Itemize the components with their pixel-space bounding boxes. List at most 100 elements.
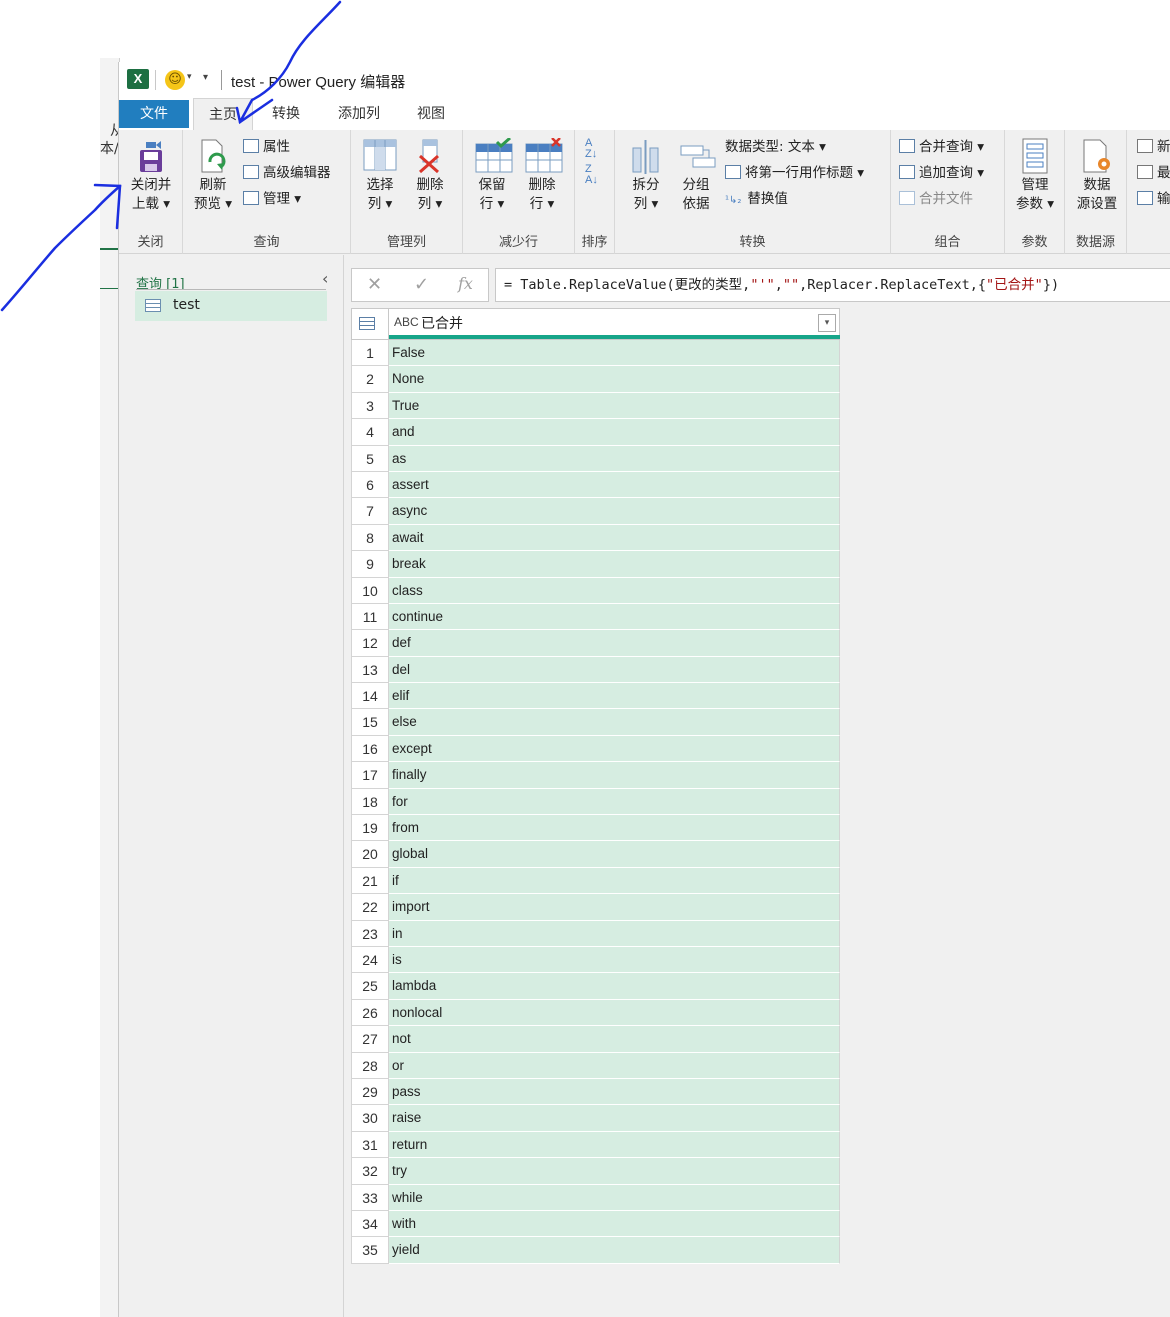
advanced-editor-button[interactable]: 高级编辑器: [243, 162, 331, 184]
table-row[interactable]: 3 True: [351, 392, 840, 420]
recent-sources-button[interactable]: 最: [1137, 162, 1170, 184]
data-source-settings-button[interactable]: 数据 源设置: [1071, 138, 1123, 214]
table-row[interactable]: 18 for: [351, 788, 840, 816]
cell-value[interactable]: from: [389, 815, 840, 842]
merge-queries-button[interactable]: 合并查询 ▾: [899, 136, 984, 158]
refresh-preview-button[interactable]: 刷新 预览 ▾: [189, 138, 237, 214]
cell-value[interactable]: lambda: [389, 973, 840, 1000]
table-row[interactable]: 13 del: [351, 656, 840, 684]
replace-values-button[interactable]: ¹↳₂ 替换值: [725, 188, 788, 210]
sort-ascending-icon[interactable]: A Z↓: [585, 138, 597, 160]
table-row[interactable]: 16 except: [351, 735, 840, 763]
remove-columns-button[interactable]: 删除 列 ▾: [407, 138, 453, 214]
table-row[interactable]: 10 class: [351, 577, 840, 604]
combine-files-button[interactable]: 合并文件: [899, 188, 973, 210]
table-row[interactable]: 8 await: [351, 524, 840, 552]
customize-toolbar-icon[interactable]: ▾: [203, 72, 208, 83]
table-row[interactable]: 29 pass: [351, 1078, 840, 1106]
table-row[interactable]: 12 def: [351, 630, 840, 657]
table-row[interactable]: 23 in: [351, 920, 840, 947]
cell-value[interactable]: class: [389, 577, 840, 604]
table-row[interactable]: 7 async: [351, 498, 840, 525]
table-row[interactable]: 6 assert: [351, 471, 840, 499]
tab-home[interactable]: 主页: [193, 98, 253, 130]
column-header[interactable]: 已合并: [421, 313, 463, 333]
table-row[interactable]: 15 else: [351, 709, 840, 736]
table-row[interactable]: 25 lambda: [351, 973, 840, 1000]
cell-value[interactable]: finally: [389, 762, 840, 789]
table-row[interactable]: 31 return: [351, 1131, 840, 1159]
table-row[interactable]: 33 while: [351, 1184, 840, 1211]
enter-data-button[interactable]: 输: [1137, 188, 1170, 210]
table-row[interactable]: 1 False: [351, 340, 840, 367]
table-row[interactable]: 34 with: [351, 1210, 840, 1238]
split-column-button[interactable]: 拆分 列 ▾: [623, 138, 669, 214]
cell-value[interactable]: global: [389, 841, 840, 868]
cell-value[interactable]: continue: [389, 603, 840, 631]
manage-button[interactable]: 管理 ▾: [243, 188, 301, 210]
cell-value[interactable]: del: [389, 656, 840, 684]
properties-button[interactable]: 属性: [243, 136, 290, 158]
cell-value[interactable]: break: [389, 551, 840, 578]
table-menu-button[interactable]: [352, 309, 389, 339]
cell-value[interactable]: await: [389, 524, 840, 552]
table-row[interactable]: 20 global: [351, 841, 840, 868]
check-icon[interactable]: ✓: [414, 274, 429, 295]
table-row[interactable]: 2 None: [351, 366, 840, 393]
cell-value[interactable]: or: [389, 1052, 840, 1079]
text-type-icon[interactable]: ABC: [394, 315, 419, 329]
tab-file[interactable]: 文件: [119, 100, 189, 128]
chevron-left-icon[interactable]: ‹: [322, 269, 328, 288]
append-queries-button[interactable]: 追加查询 ▾: [899, 162, 984, 184]
formula-input[interactable]: = Table.ReplaceValue(更改的类型,"'","",Replac…: [495, 268, 1170, 302]
cell-value[interactable]: not: [389, 1026, 840, 1053]
cell-value[interactable]: if: [389, 867, 840, 895]
cell-value[interactable]: as: [389, 445, 840, 472]
table-row[interactable]: 27 not: [351, 1026, 840, 1053]
tab-transform[interactable]: 转换: [259, 98, 313, 130]
cell-value[interactable]: nonlocal: [389, 999, 840, 1027]
filter-dropdown-icon[interactable]: ▾: [818, 314, 836, 332]
use-first-row-as-headers-button[interactable]: 将第一行用作标题 ▾: [725, 162, 864, 184]
cell-value[interactable]: def: [389, 630, 840, 657]
choose-columns-button[interactable]: 选择 列 ▾: [357, 138, 403, 214]
cell-value[interactable]: while: [389, 1184, 840, 1211]
cancel-icon[interactable]: ✕: [367, 274, 382, 295]
table-row[interactable]: 22 import: [351, 894, 840, 921]
table-row[interactable]: 32 try: [351, 1158, 840, 1185]
chevron-down-icon[interactable]: ▾: [187, 72, 192, 82]
cell-value[interactable]: is: [389, 946, 840, 974]
cell-value[interactable]: pass: [389, 1078, 840, 1106]
cell-value[interactable]: assert: [389, 471, 840, 499]
cell-value[interactable]: and: [389, 419, 840, 446]
cell-value[interactable]: import: [389, 894, 840, 921]
fx-icon[interactable]: fx: [458, 274, 473, 293]
table-row[interactable]: 14 elif: [351, 683, 840, 710]
tab-add-column[interactable]: 添加列: [329, 98, 389, 130]
cell-value[interactable]: True: [389, 392, 840, 420]
table-row[interactable]: 17 finally: [351, 762, 840, 789]
data-type-dropdown[interactable]: 数据类型: 文本 ▾: [725, 136, 826, 158]
tab-view[interactable]: 视图: [407, 98, 455, 130]
remove-rows-button[interactable]: 删除 行 ▾: [519, 137, 565, 214]
table-row[interactable]: 26 nonlocal: [351, 999, 840, 1027]
table-row[interactable]: 4 and: [351, 419, 840, 446]
close-and-load-button[interactable]: 关闭并 上载 ▾: [123, 138, 179, 214]
table-row[interactable]: 5 as: [351, 445, 840, 472]
cell-value[interactable]: async: [389, 498, 840, 525]
table-row[interactable]: 19 from: [351, 815, 840, 842]
group-by-button[interactable]: 分组 依据: [673, 138, 719, 214]
table-row[interactable]: 28 or: [351, 1052, 840, 1079]
excel-icon[interactable]: X: [127, 69, 149, 89]
query-item-test[interactable]: test: [135, 291, 327, 321]
new-source-button[interactable]: 新: [1137, 136, 1170, 158]
cell-value[interactable]: try: [389, 1158, 840, 1185]
cell-value[interactable]: with: [389, 1210, 840, 1238]
keep-rows-button[interactable]: 保留 行 ▾: [469, 136, 515, 214]
table-row[interactable]: 11 continue: [351, 603, 840, 631]
table-row[interactable]: 35 yield: [351, 1237, 840, 1264]
manage-parameters-button[interactable]: 管理 参数 ▾: [1009, 138, 1061, 214]
cell-value[interactable]: yield: [389, 1237, 840, 1264]
table-row[interactable]: 9 break: [351, 551, 840, 578]
cell-value[interactable]: in: [389, 920, 840, 947]
